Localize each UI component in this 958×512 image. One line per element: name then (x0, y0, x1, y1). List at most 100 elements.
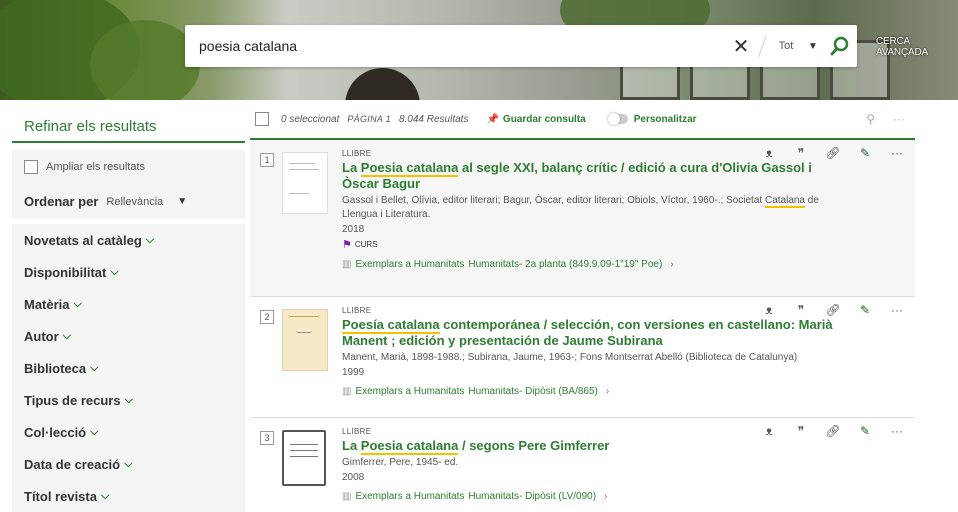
result-year: 2008 (342, 472, 365, 483)
more-icon[interactable]: ··· (889, 424, 905, 438)
expand-results[interactable]: Ampliar els resultats (24, 160, 233, 174)
advanced-search-link[interactable]: CERCA AVANÇADA (876, 36, 958, 58)
search-scope-select[interactable]: Tot (769, 40, 803, 52)
facet-label: Col·lecció (24, 424, 87, 440)
banner-figure (345, 68, 420, 100)
result-item[interactable]: 3 LLIBRE La Poesia catalana / segons Per… (250, 418, 915, 512)
pin-icon: 📌 (486, 113, 499, 125)
chevron-down-icon: ⌵ (124, 457, 133, 470)
expand-results-checkbox[interactable] (24, 160, 38, 174)
close-icon[interactable]: ✕ (726, 34, 756, 59)
result-year: 1999 (342, 367, 365, 378)
facet-materia[interactable]: Matèria ⌵ (12, 288, 245, 320)
result-number: 2 (260, 310, 274, 324)
result-year: 2018 (342, 224, 365, 235)
chevron-down-icon[interactable]: ▼ (177, 196, 187, 207)
pin-icon[interactable]: ✎ (857, 303, 873, 317)
select-all-checkbox[interactable] (255, 112, 269, 126)
related-icon[interactable]: ᴥ (761, 146, 777, 160)
result-authors: Gassol i Bellet, Olívia, editor literari… (342, 195, 819, 220)
facet-label: Biblioteca (24, 360, 87, 376)
facet-tipus-recurs[interactable]: Tipus de recurs ⌵ (12, 384, 245, 416)
result-title[interactable]: Poesía catalana contemporánea / selecció… (342, 317, 852, 349)
facet-label: Novetats al catàleg (24, 232, 142, 248)
availability-link[interactable]: ▥ Exemplars a Humanitats Humanitats- 2a pl… (342, 259, 852, 270)
availability-link[interactable]: ▥ Exemplars a Humanitats Humanitats- Dipòs… (342, 491, 852, 502)
more-icon[interactable]: ··· (893, 112, 905, 126)
chevron-down-icon[interactable]: ▼ (803, 41, 823, 52)
result-title[interactable]: La Poesia catalana al segle XXI, balanç … (342, 160, 852, 192)
facet-biblioteca[interactable]: Biblioteca ⌵ (12, 352, 245, 384)
sort-control[interactable]: Ordenar per Rellevància ▼ (24, 194, 233, 209)
sort-value[interactable]: Rellevància (106, 196, 163, 208)
result-item[interactable]: 2 LLIBRE Poesía catalana contemporánea /… (250, 297, 915, 418)
chevron-right-icon: › (670, 259, 674, 270)
facet-label: Títol revista (24, 488, 97, 504)
result-content: LLIBRE La Poesia catalana / segons Pere … (342, 427, 852, 502)
related-icon[interactable]: ᴥ (761, 303, 777, 317)
search-button[interactable] (823, 25, 857, 67)
results-panel: 0 seleccionat PÀGINA 1 8.044 Resultats 📌… (250, 100, 915, 512)
facet-data-creacio[interactable]: Data de creació ⌵ (12, 448, 245, 480)
facet-titol-revista[interactable]: Títol revista ⌵ (12, 480, 245, 512)
availability-link[interactable]: ▥ Exemplars a Humanitats Humanitats- Dipòs… (342, 386, 852, 397)
result-number: 1 (260, 153, 274, 167)
search-input[interactable] (185, 25, 726, 67)
search-icon (830, 36, 849, 56)
banner-tree (90, 20, 200, 100)
facet-novetats[interactable]: Novetats al catàleg ⌵ (12, 224, 245, 256)
pin-icon[interactable]: ✎ (857, 424, 873, 438)
facet-disponibilitat[interactable]: Disponibilitat ⌵ (12, 256, 245, 288)
book-cover-thumbnail[interactable] (282, 309, 328, 371)
link-icon[interactable]: 🔗︎ (825, 303, 841, 317)
book-icon: ▥ (342, 491, 352, 502)
pin-icon[interactable]: ✎ (857, 146, 873, 160)
pin-icon[interactable]: ⚲ (866, 112, 875, 126)
toolbar-actions: ⚲ ··· (866, 112, 915, 126)
result-authors: Manent, Marià, 1898-1988.; Subirana, Jau… (342, 352, 798, 363)
more-icon[interactable]: ··· (889, 303, 905, 317)
more-icon[interactable]: ··· (889, 146, 905, 160)
link-icon[interactable]: 🔗︎ (825, 146, 841, 160)
save-query-button[interactable]: 📌 Guardar consulta (486, 114, 585, 125)
result-content: LLIBRE Poesía catalana contemporánea / s… (342, 306, 852, 397)
facet-autor[interactable]: Autor ⌵ (12, 320, 245, 352)
result-item[interactable]: 1 LLIBRE La Poesia catalana al segle XXI… (250, 140, 915, 297)
book-icon: ▥ (342, 386, 352, 397)
refine-title: Refinar els resultats (12, 110, 245, 143)
link-icon[interactable]: 🔗︎ (825, 424, 841, 438)
result-number: 3 (260, 431, 274, 445)
chevron-right-icon: › (604, 491, 608, 502)
course-icon: ⚑ (342, 239, 352, 251)
sort-label: Ordenar per (24, 194, 99, 209)
quote-icon[interactable]: ❞ (793, 424, 809, 438)
personalize-toggle[interactable] (607, 113, 628, 125)
facet-label: Matèria (24, 296, 70, 312)
quote-icon[interactable]: ❞ (793, 146, 809, 160)
result-authors: Gimferrer, Pere, 1945- ed. (342, 457, 459, 468)
book-placeholder-icon[interactable] (282, 430, 326, 486)
facet-label: Disponibilitat (24, 264, 107, 280)
personalize-label: Personalitzar (633, 113, 697, 125)
chevron-down-icon: ⌵ (73, 297, 82, 310)
course-badge: ⚑ CURS (342, 239, 378, 251)
chevron-down-icon: ⌵ (100, 489, 110, 502)
expand-results-label: Ampliar els resultats (46, 161, 146, 173)
facet-label: Autor (24, 328, 59, 344)
chevron-down-icon: ⌵ (90, 361, 99, 374)
related-icon[interactable]: ᴥ (761, 424, 777, 438)
facet-label: Data de creació (24, 456, 121, 472)
book-icon: ▥ (342, 259, 352, 270)
result-title[interactable]: La Poesia catalana / segons Pere Gimferr… (342, 438, 852, 455)
facets-list: Novetats al catàleg ⌵ Disponibilitat ⌵ Mat… (12, 224, 245, 512)
search-bar: ✕ Tot ▼ (185, 25, 857, 67)
header-banner: ✕ Tot ▼ CERCA AVANÇADA (0, 0, 958, 100)
results-count: 8.044 Resultats (398, 113, 469, 125)
result-actions: ᴥ ❞ 🔗︎ ✎ ··· (761, 146, 905, 160)
facet-colleccio[interactable]: Col·lecció ⌵ (12, 416, 245, 448)
selected-count: 0 seleccionat (281, 113, 340, 125)
result-content: LLIBRE La Poesia catalana al segle XXI, … (342, 149, 852, 270)
quote-icon[interactable]: ❞ (793, 303, 809, 317)
result-actions: ᴥ ❞ 🔗︎ ✎ ··· (761, 424, 905, 438)
book-cover-thumbnail[interactable] (282, 152, 328, 214)
